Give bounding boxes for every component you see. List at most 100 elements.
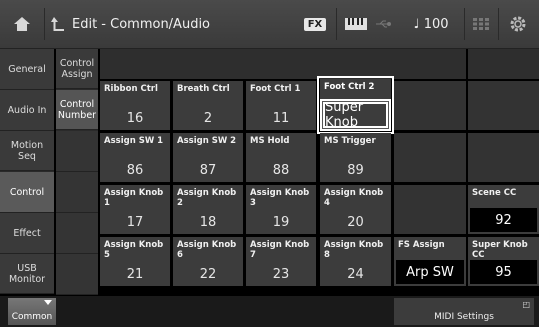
param-value: 95 xyxy=(470,260,537,284)
param-label: Scene CC xyxy=(472,188,517,198)
param-value: 18 xyxy=(199,215,217,230)
param-value: 92 xyxy=(470,208,537,232)
param-label: Assign Knob 8 xyxy=(324,240,384,260)
expand-icon: ◰ xyxy=(522,300,530,309)
param-label: Assign SW 1 xyxy=(104,136,164,146)
divider xyxy=(464,8,465,40)
param-value: Arp SW xyxy=(396,260,464,284)
param-label: Assign Knob 7 xyxy=(250,240,310,260)
param-value: 88 xyxy=(272,163,290,178)
fx-badge: FX xyxy=(303,17,327,31)
midi-settings-button[interactable]: ◰ MIDI Settings xyxy=(394,298,534,325)
sidebar: General Audio In Motion Seq Control Effe… xyxy=(0,49,54,294)
divider xyxy=(498,8,499,40)
keyboard-icon xyxy=(345,18,367,30)
empty-cell xyxy=(394,81,466,130)
sidebar-item-control[interactable]: Control xyxy=(0,172,54,213)
param-label: Breath Ctrl xyxy=(177,84,230,94)
param-fs-assign[interactable]: FS Assign Arp SW xyxy=(394,237,466,286)
param-label: Assign Knob 5 xyxy=(104,240,164,260)
subtab-empty xyxy=(56,172,98,213)
param-assign-sw-2[interactable]: Assign SW 2 87 xyxy=(173,133,243,182)
sidebar-item-audio-in[interactable]: Audio In xyxy=(0,90,54,131)
keyboard-indicator xyxy=(343,0,369,48)
param-value: 21 xyxy=(126,267,144,282)
sidebar-item-effect[interactable]: Effect xyxy=(0,213,54,254)
param-ms-trigger[interactable]: MS Trigger 89 xyxy=(320,133,391,182)
param-label: FS Assign xyxy=(398,240,445,250)
param-foot-ctrl-2[interactable]: Foot Ctrl 2 Super Knob xyxy=(320,79,391,131)
subtab-bar: Control Assign Control Number xyxy=(56,49,98,295)
param-label: Assign SW 2 xyxy=(177,136,237,146)
empty-cell xyxy=(468,133,539,182)
settings-button[interactable] xyxy=(500,0,536,48)
subtab-empty xyxy=(56,254,98,295)
empty-cell xyxy=(468,81,539,130)
param-ribbon-ctrl[interactable]: Ribbon Ctrl 16 xyxy=(100,81,170,130)
home-icon xyxy=(14,17,30,31)
param-value: 24 xyxy=(347,267,364,282)
sidebar-item-motion-seq[interactable]: Motion Seq xyxy=(0,131,54,171)
param-label: Ribbon Ctrl xyxy=(104,84,158,94)
param-label: Super Knob CC xyxy=(472,240,528,260)
param-assign-knob-5[interactable]: Assign Knob 5 21 xyxy=(100,237,170,286)
page-title: Edit - Common/Audio xyxy=(72,16,211,32)
tab-control-assign[interactable]: Control Assign xyxy=(56,49,98,89)
param-label: Foot Ctrl 1 xyxy=(250,84,301,94)
grid-header xyxy=(100,49,466,79)
param-scene-cc[interactable]: Scene CC 92 xyxy=(468,185,539,234)
back-button[interactable] xyxy=(46,0,70,48)
param-assign-knob-2[interactable]: Assign Knob 2 18 xyxy=(173,185,243,234)
grid-icon xyxy=(473,18,489,30)
param-label: Assign Knob 3 xyxy=(250,188,310,208)
control-number-grid: Ribbon Ctrl 16 Breath Ctrl 2 Foot Ctrl 1… xyxy=(100,49,539,294)
divider xyxy=(44,8,45,40)
param-assign-knob-4[interactable]: Assign Knob 4 20 xyxy=(320,185,391,234)
empty-cell xyxy=(394,185,466,234)
divider xyxy=(336,8,337,40)
common-button[interactable]: Common xyxy=(8,298,56,325)
param-value: 89 xyxy=(347,163,364,178)
grid-button[interactable] xyxy=(468,0,494,48)
common-label: Common xyxy=(11,312,53,322)
home-button[interactable] xyxy=(0,0,44,48)
param-label: MS Trigger xyxy=(324,136,376,146)
param-label: Assign Knob 2 xyxy=(177,188,237,208)
param-value: 86 xyxy=(126,163,144,178)
param-assign-knob-3[interactable]: Assign Knob 3 19 xyxy=(246,185,316,234)
gear-icon xyxy=(510,16,526,32)
param-value: 22 xyxy=(199,267,217,282)
usb-icon xyxy=(376,20,391,28)
sidebar-item-general[interactable]: General xyxy=(0,49,54,90)
param-label: Assign Knob 4 xyxy=(324,188,384,208)
usb-indicator xyxy=(373,0,395,48)
param-value: 19 xyxy=(272,215,290,230)
fx-indicator: FX xyxy=(300,0,330,48)
param-value: 23 xyxy=(272,267,290,282)
sidebar-item-usb-monitor[interactable]: USB Monitor xyxy=(0,254,54,294)
midi-settings-label: MIDI Settings xyxy=(434,312,494,322)
param-assign-sw-1[interactable]: Assign SW 1 86 xyxy=(100,133,170,182)
param-value: 2 xyxy=(203,111,213,126)
param-assign-knob-6[interactable]: Assign Knob 6 22 xyxy=(173,237,243,286)
tempo-display[interactable]: ♩ 100 xyxy=(400,0,462,48)
param-foot-ctrl-1[interactable]: Foot Ctrl 1 11 xyxy=(246,81,316,130)
param-super-knob-cc[interactable]: Super Knob CC 95 xyxy=(468,237,539,286)
param-assign-knob-8[interactable]: Assign Knob 8 24 xyxy=(320,237,391,286)
param-assign-knob-1[interactable]: Assign Knob 1 17 xyxy=(100,185,170,234)
param-assign-knob-7[interactable]: Assign Knob 7 23 xyxy=(246,237,316,286)
subtab-empty xyxy=(56,213,98,254)
param-value: 11 xyxy=(272,111,290,126)
empty-cell xyxy=(394,133,466,182)
param-value: 16 xyxy=(126,111,144,126)
param-label: Assign Knob 1 xyxy=(104,188,164,208)
param-value: 87 xyxy=(199,163,217,178)
subtab-empty xyxy=(56,131,98,172)
tab-control-number[interactable]: Control Number xyxy=(56,90,98,130)
param-value: 20 xyxy=(347,215,364,230)
param-ms-hold[interactable]: MS Hold 88 xyxy=(246,133,316,182)
param-label: Foot Ctrl 2 xyxy=(320,79,391,99)
param-breath-ctrl[interactable]: Breath Ctrl 2 xyxy=(173,81,243,130)
param-value: Super Knob xyxy=(322,100,389,130)
param-label: MS Hold xyxy=(250,136,290,146)
